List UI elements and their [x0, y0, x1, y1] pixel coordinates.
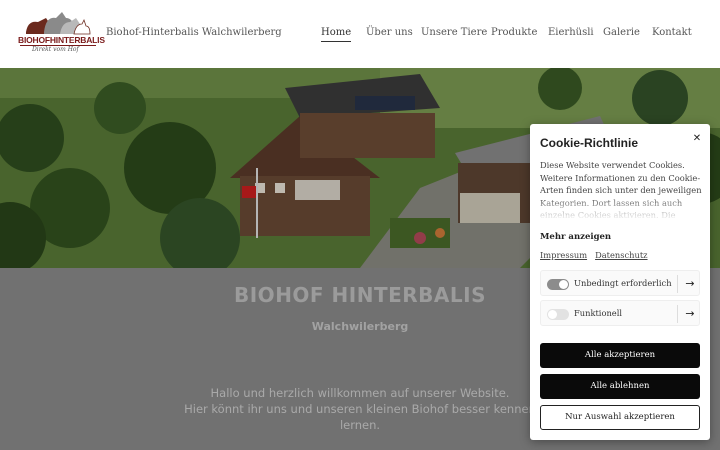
nav-unsere-tiere[interactable]: Unsere Tiere [421, 27, 487, 38]
close-icon[interactable]: ✕ [690, 132, 704, 146]
toggle-knob [559, 280, 568, 289]
description-fade [540, 195, 702, 221]
datenschutz-link[interactable]: Datenschutz [595, 250, 647, 260]
show-more-link[interactable]: Mehr anzeigen [540, 232, 611, 242]
nav-kontakt[interactable]: Kontakt [652, 27, 692, 38]
accept-all-button[interactable]: Alle akzeptieren [540, 343, 700, 368]
nav-home[interactable]: Home [321, 27, 352, 42]
nav-produkte[interactable]: Produkte [491, 27, 537, 38]
cookie-dialog-title: Cookie-Richtlinie [540, 136, 639, 150]
reject-all-button[interactable]: Alle ablehnen [540, 374, 700, 399]
row-divider [677, 275, 678, 293]
category-label-functional: Funktionell [574, 308, 623, 318]
cookie-category-functional: Funktionell → [540, 300, 700, 326]
impressum-link[interactable]: Impressum [540, 250, 587, 260]
arrow-right-icon[interactable]: → [681, 305, 699, 323]
accept-selection-button[interactable]: Nur Auswahl akzeptieren [540, 405, 700, 430]
cookie-dialog: Cookie-Richtlinie ✕ Diese Website verwen… [530, 124, 710, 440]
nav-eierhuesli[interactable]: Eierhüsli [548, 27, 594, 38]
legal-links: Impressum Datenschutz [540, 250, 656, 260]
nav-ueber-uns[interactable]: Über uns [366, 27, 413, 38]
toggle-knob [548, 310, 557, 319]
row-divider [677, 305, 678, 323]
category-label-required: Unbedingt erforderlich [574, 278, 672, 288]
arrow-right-icon[interactable]: → [681, 275, 699, 293]
main-nav: Home Über uns Unsere Tiere Produkte Eier… [0, 27, 720, 47]
functional-toggle[interactable] [547, 309, 569, 320]
cookie-description-area: Diese Website verwendet Cookies. Weitere… [540, 159, 702, 221]
site-header: BIOHOFHINTERBALIS Direkt vom Hof Biohof-… [0, 0, 720, 68]
cookie-category-required: Unbedingt erforderlich → [540, 270, 700, 296]
required-toggle[interactable] [547, 279, 569, 290]
logo-tagline: Direkt vom Hof [32, 46, 79, 53]
nav-galerie[interactable]: Galerie [603, 27, 640, 38]
